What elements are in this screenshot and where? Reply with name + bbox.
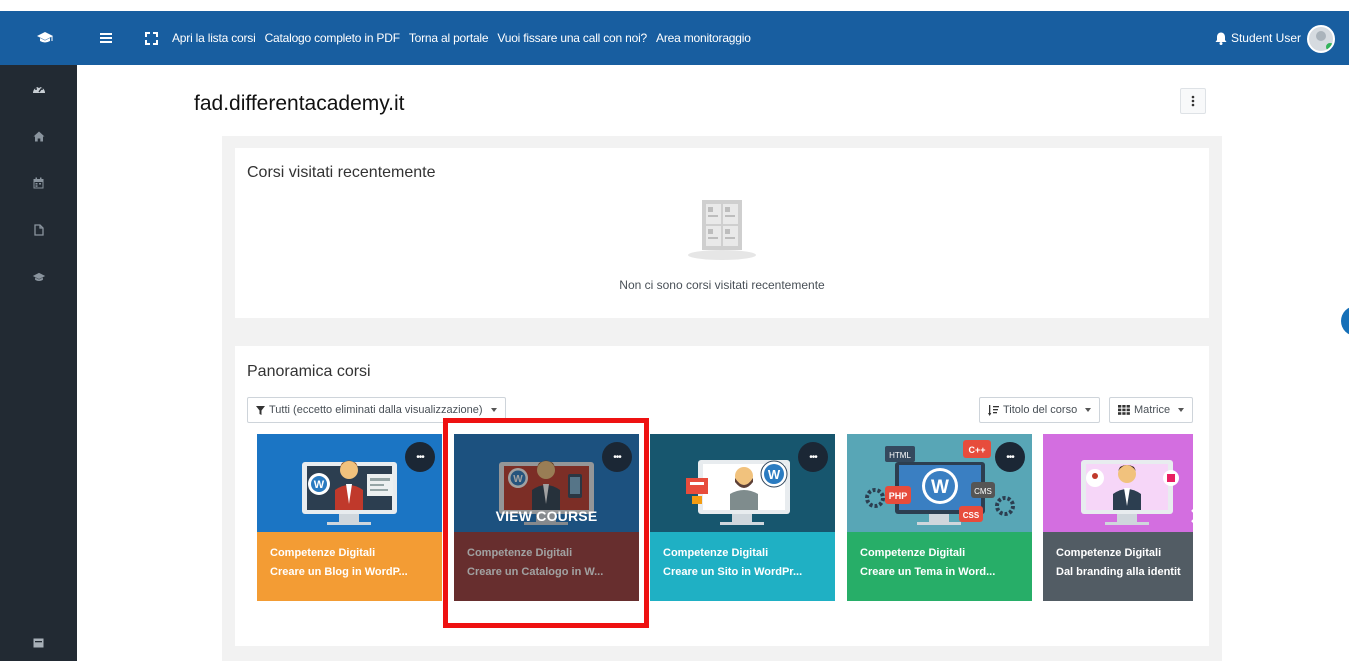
course-title[interactable]: Creare un Sito in WordPr... [663, 566, 835, 578]
sort-label: Titolo del corso [1003, 404, 1078, 416]
course-image [1043, 434, 1193, 532]
view-mode-label: Matrice [1134, 404, 1171, 416]
grid-view-icon [1118, 405, 1130, 415]
svg-text:PHP: PHP [889, 491, 908, 501]
course-card-blog[interactable]: W ••• Competenze Digitali Creare un Blog… [257, 434, 442, 601]
calendar-icon[interactable] [0, 168, 77, 198]
course-info: Competenze Digitali Dal branding alla id… [1043, 532, 1193, 601]
course-category: Competenze Digitali [663, 547, 769, 559]
archive-box-icon[interactable] [0, 628, 77, 658]
graduation-cap-icon[interactable] [34, 11, 56, 65]
user-name: Student User [1230, 31, 1301, 45]
carousel-next-arrow-icon[interactable] [1188, 505, 1202, 527]
svg-text:CMS: CMS [974, 487, 992, 496]
course-illustration-icon [1081, 460, 1179, 525]
course-info: Competenze Digitali Creare un Tema in Wo… [847, 532, 1032, 601]
more-dots-icon: ••• [416, 451, 424, 463]
nav-link-monitoring[interactable]: Area monitoraggio [656, 31, 751, 45]
course-title[interactable]: Creare un Blog in WordP... [270, 566, 442, 578]
vertical-dots-icon [1191, 95, 1195, 107]
hamburger-menu-icon[interactable] [97, 11, 115, 65]
courses-graduation-cap-icon[interactable] [0, 262, 77, 292]
home-icon[interactable] [0, 121, 77, 151]
sort-icon [988, 404, 999, 416]
course-menu-button[interactable]: ••• [405, 442, 435, 472]
user-menu[interactable]: Student User [1230, 11, 1335, 65]
left-sidebar [0, 65, 77, 661]
online-status-dot [1326, 43, 1333, 51]
course-overview-title: Panoramica corsi [247, 363, 371, 380]
view-mode-dropdown[interactable]: Matrice [1109, 397, 1194, 423]
file-icon[interactable] [0, 215, 77, 245]
course-title[interactable]: Dal branding alla identit [1056, 566, 1193, 578]
site-title: fad.differentacademy.it [194, 92, 405, 115]
course-category: Competenze Digitali [1056, 547, 1162, 559]
course-card-website[interactable]: W ••• Competenze Digitali Creare un Sito… [650, 434, 835, 601]
recent-courses-block: Corsi visitati recentemente Non ci sono … [235, 148, 1209, 318]
svg-text:HTML: HTML [889, 451, 911, 460]
chevron-down-icon [1085, 408, 1092, 412]
empty-courses-illustration-icon [682, 193, 762, 263]
course-category: Competenze Digitali [270, 547, 376, 559]
avatar[interactable] [1307, 25, 1335, 53]
course-info: Competenze Digitali Creare un Sito in Wo… [650, 532, 835, 601]
nav-link-schedule-call[interactable]: Vuoi fissare una call con noi? [497, 31, 647, 45]
nav-link-course-list[interactable]: Apri la lista corsi [172, 31, 256, 45]
nav-link-pdf-catalog[interactable]: Catalogo completo in PDF [265, 31, 400, 45]
course-card-branding[interactable]: Competenze Digitali Dal branding alla id… [1043, 434, 1193, 601]
more-dots-icon: ••• [809, 451, 817, 463]
course-filter-label: Tutti (eccetto eliminati dalla visualizz… [269, 404, 483, 416]
bell-icon[interactable] [1212, 11, 1230, 65]
svg-text:CSS: CSS [963, 511, 980, 520]
dashboard-icon[interactable] [0, 74, 77, 104]
course-menu-button[interactable]: ••• [798, 442, 828, 472]
chevron-down-icon [1178, 408, 1185, 412]
fullscreen-icon[interactable] [142, 11, 160, 65]
more-dots-icon: ••• [1006, 451, 1014, 463]
svg-text:W: W [314, 479, 325, 491]
svg-text:W: W [931, 477, 949, 498]
course-category: Competenze Digitali [860, 547, 966, 559]
page-actions-menu-button[interactable] [1180, 88, 1206, 114]
course-info: Competenze Digitali Creare un Blog in Wo… [257, 532, 442, 601]
drawer-toggle-button[interactable] [1341, 306, 1349, 336]
course-overview-block: Panoramica corsi Tutti (eccetto eliminat… [235, 346, 1209, 646]
highlight-box [443, 418, 649, 628]
no-recent-courses-message: Non ci sono corsi visitati recentemente [619, 278, 825, 292]
top-navbar: Apri la lista corsi Catalogo completo in… [0, 11, 1349, 65]
chevron-down-icon [490, 408, 497, 412]
course-card-theme[interactable]: W HTML C++ PHP CMS CSS ••• Competenze Di… [847, 434, 1032, 601]
course-menu-button[interactable]: ••• [995, 442, 1025, 472]
svg-text:C++: C++ [968, 445, 985, 455]
filter-icon [256, 405, 265, 415]
recent-courses-title: Corsi visitati recentemente [247, 164, 436, 181]
sort-dropdown[interactable]: Titolo del corso [979, 397, 1101, 423]
course-title[interactable]: Creare un Tema in Word... [860, 566, 1032, 578]
nav-link-portal[interactable]: Torna al portale [409, 31, 489, 45]
svg-text:W: W [768, 467, 781, 482]
top-nav-links: Apri la lista corsi Catalogo completo in… [172, 11, 751, 65]
